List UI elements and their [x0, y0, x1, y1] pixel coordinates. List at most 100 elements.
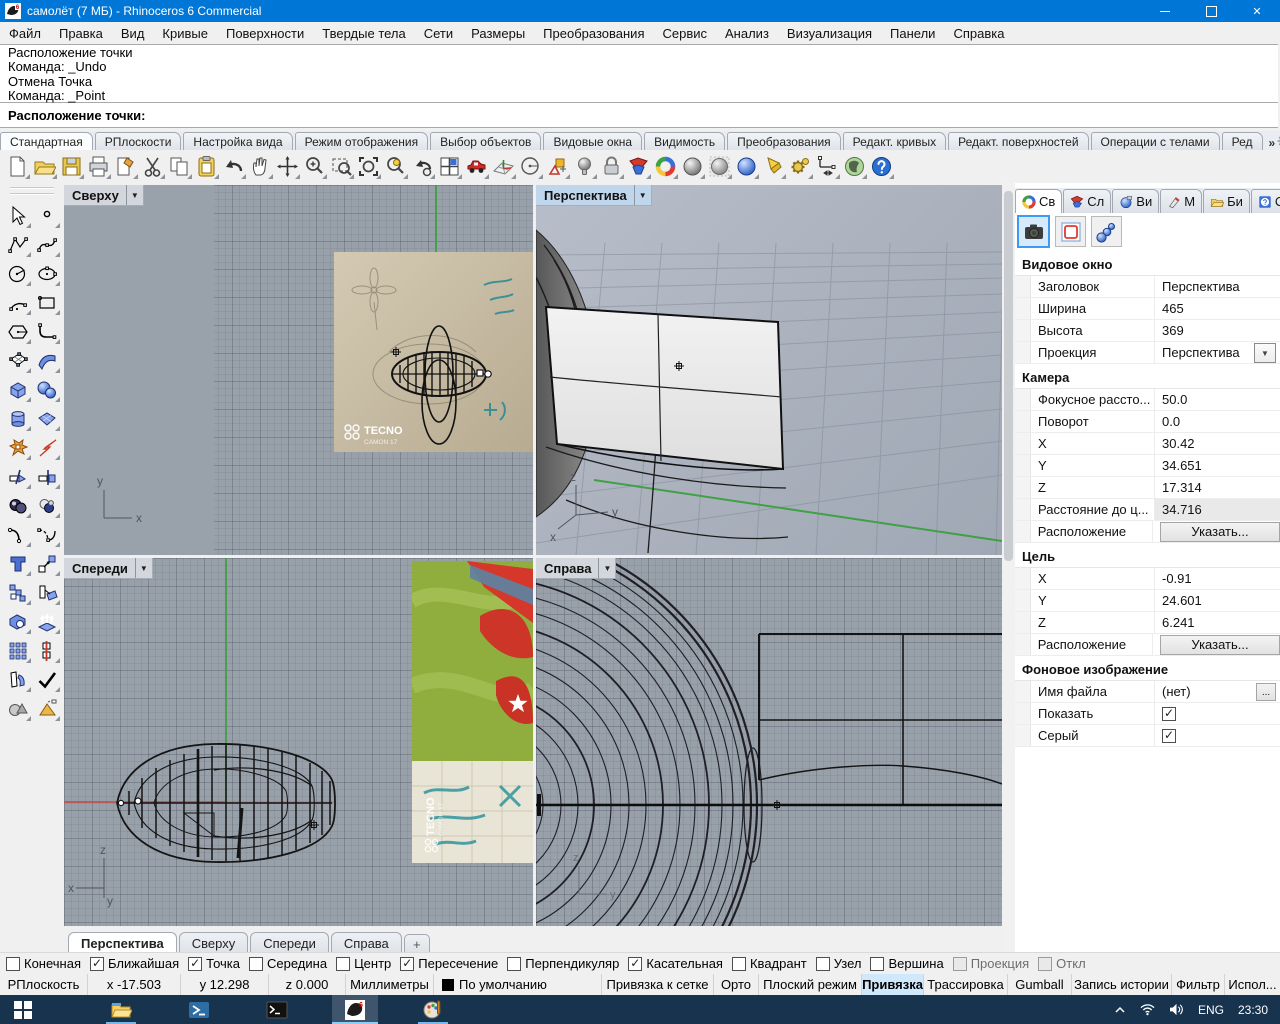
osnap-settings-icon[interactable]	[544, 152, 571, 181]
command-history[interactable]: Расположение точки Команда: _Undo Отмена…	[0, 44, 1278, 103]
browse-button[interactable]: ...	[1256, 683, 1276, 701]
menu-tools[interactable]: Сервис	[653, 22, 716, 44]
zoom-dynamic-icon[interactable]	[301, 152, 328, 181]
surface-points-tool-icon[interactable]	[3, 346, 32, 375]
trim-tool-icon[interactable]	[3, 462, 32, 491]
undo-view-icon[interactable]	[409, 152, 436, 181]
split-tool-icon[interactable]	[32, 462, 61, 491]
curve-tool-icon[interactable]	[32, 230, 61, 259]
solid-union-tool-icon[interactable]	[3, 607, 32, 636]
copy-icon[interactable]	[166, 152, 193, 181]
menu-curves[interactable]: Кривые	[153, 22, 217, 44]
panel-tab-materials[interactable]: М	[1160, 189, 1202, 213]
menu-surfaces[interactable]: Поверхности	[217, 22, 313, 44]
toolbar-tab-viewports[interactable]: Видовые окна	[543, 132, 642, 150]
toolbar-tab-standard[interactable]: Стандартная	[0, 132, 93, 150]
toolbar-tab-select[interactable]: Выбор объектов	[430, 132, 541, 150]
toolbar-tab-curve-tools[interactable]: Редакт. кривых	[843, 132, 946, 150]
blend-curves-tool-icon[interactable]	[32, 520, 61, 549]
smarttrack-toggle[interactable]: Трассировка	[924, 974, 1008, 995]
dimension-icon[interactable]	[814, 152, 841, 181]
ortho-toggle[interactable]: Орто	[714, 974, 759, 995]
grid-snap-toggle[interactable]: Привязка к сетке	[602, 974, 714, 995]
osnap-project[interactable]: Проекция	[953, 956, 1029, 971]
menu-panels[interactable]: Панели	[881, 22, 944, 44]
panel-tab-help[interactable]: Сп	[1251, 189, 1280, 213]
osnap-vertex[interactable]: Вершина	[870, 956, 943, 971]
memory-cell[interactable]: Испол...	[1225, 974, 1280, 995]
viewport-perspective[interactable]: z y x Перспектива ▼	[536, 185, 1002, 555]
rectangle-tool-icon[interactable]	[32, 288, 61, 317]
orient-tool-icon[interactable]	[32, 578, 61, 607]
ellipse-tool-icon[interactable]	[32, 259, 61, 288]
undo-icon[interactable]	[220, 152, 247, 181]
explode-burst-tool-icon[interactable]	[32, 433, 61, 462]
toolbar-tab-transform[interactable]: Преобразования	[727, 132, 841, 150]
render-region-button[interactable]	[1055, 216, 1086, 247]
cplane-icon[interactable]	[490, 152, 517, 181]
filter-toggle[interactable]: Фильтр	[1172, 974, 1225, 995]
viewport-top-label[interactable]: Сверху ▼	[64, 185, 144, 206]
menu-file[interactable]: Файл	[0, 22, 50, 44]
lightbulb-icon[interactable]	[571, 152, 598, 181]
box-tool-icon[interactable]	[3, 375, 32, 404]
osnap-near[interactable]: Ближайшая	[90, 956, 179, 971]
taskbar-rhino-icon[interactable]: 6	[332, 995, 378, 1024]
menu-render[interactable]: Визуализация	[778, 22, 881, 44]
help-icon[interactable]	[868, 152, 895, 181]
surface-loft-tool-icon[interactable]	[32, 346, 61, 375]
save-icon[interactable]	[58, 152, 85, 181]
visibility-cone-icon[interactable]	[760, 152, 787, 181]
viewport-front-label[interactable]: Спереди ▼	[64, 558, 153, 579]
viewport-tab-right[interactable]: Справа	[331, 932, 402, 954]
clock[interactable]: 23:30	[1231, 995, 1280, 1024]
value-field[interactable]: 50.0	[1155, 389, 1280, 410]
panel-tab-libraries[interactable]: Би	[1203, 189, 1250, 213]
menu-meshes[interactable]: Сети	[415, 22, 462, 44]
osnap-toggle[interactable]: Привязка	[862, 974, 924, 995]
fillet-curves-tool-icon[interactable]	[3, 520, 32, 549]
viewport-properties-button[interactable]	[1017, 215, 1050, 248]
target-place-button[interactable]: Указать...	[1160, 635, 1280, 655]
pan-hand-icon[interactable]	[247, 152, 274, 181]
ghosted-view-icon[interactable]	[706, 152, 733, 181]
array-tool-icon[interactable]	[3, 578, 32, 607]
tab-overflow-chevron[interactable]: »	[1267, 136, 1278, 150]
panel-scrollbar-thumb[interactable]	[1004, 191, 1013, 561]
viewport-tab-top[interactable]: Сверху	[179, 932, 248, 954]
osnap-disable[interactable]: Откл	[1038, 956, 1086, 971]
scale-tool-icon[interactable]	[32, 549, 61, 578]
osnap-knot[interactable]: Узел	[816, 956, 862, 971]
zoom-selected-icon[interactable]	[382, 152, 409, 181]
taskbar-powershell-icon[interactable]	[176, 995, 222, 1024]
taskbar-cmd-icon[interactable]	[254, 995, 300, 1024]
value-field[interactable]: 24.601	[1155, 590, 1280, 611]
viewport-tab-perspective[interactable]: Перспектива	[68, 932, 177, 954]
viewport-right[interactable]: z y Справа ▼	[536, 558, 1002, 926]
chevron-down-icon[interactable]: ▼	[1254, 343, 1276, 363]
paste-icon[interactable]	[193, 152, 220, 181]
panel-tab-layers[interactable]: Сл	[1063, 189, 1111, 213]
viewport-top-dropdown-icon[interactable]: ▼	[126, 185, 143, 205]
select-tool-icon[interactable]	[3, 201, 32, 230]
open-file-icon[interactable]	[31, 152, 58, 181]
value-field[interactable]: -0.91	[1155, 568, 1280, 589]
lock-icon[interactable]	[598, 152, 625, 181]
shaded-view-icon[interactable]	[679, 152, 706, 181]
units-cell[interactable]: Миллиметры	[346, 974, 434, 995]
toolbar-tab-surface-tools[interactable]: Редакт. поверхностей	[948, 132, 1088, 150]
close-button[interactable]: ✕	[1234, 0, 1280, 22]
cut-icon[interactable]	[139, 152, 166, 181]
tray-chevron-icon[interactable]	[1107, 995, 1133, 1024]
value-field[interactable]: 369	[1155, 320, 1280, 341]
zoom-window-icon[interactable]	[328, 152, 355, 181]
osnap-center[interactable]: Центр	[336, 956, 391, 971]
layers-icon[interactable]	[625, 152, 652, 181]
panel-scrollbar[interactable]	[1002, 183, 1015, 952]
array-rect-tool-icon[interactable]	[3, 636, 32, 665]
new-file-icon[interactable]	[4, 152, 31, 181]
menu-edit[interactable]: Правка	[50, 22, 112, 44]
gray-checkbox[interactable]	[1162, 729, 1176, 743]
value-field[interactable]: 465	[1155, 298, 1280, 319]
text-tool-icon[interactable]	[3, 549, 32, 578]
